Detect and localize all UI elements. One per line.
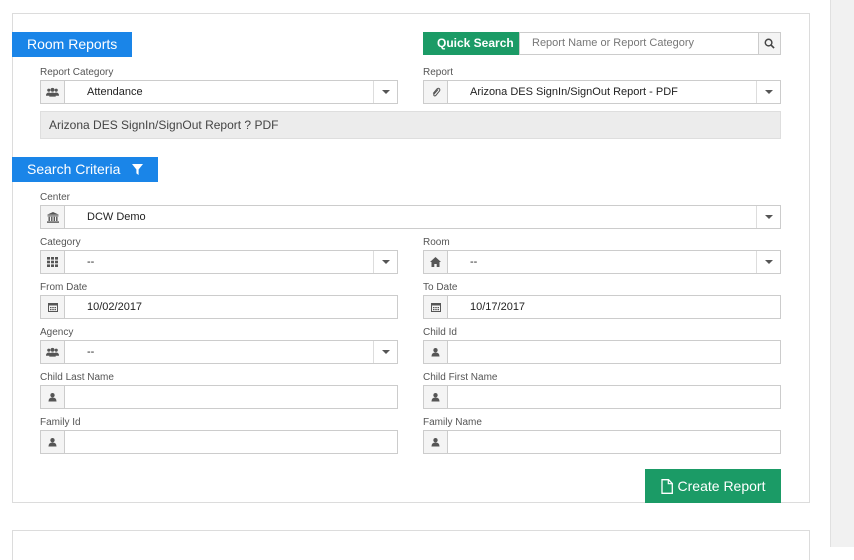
search-criteria-title: Search Criteria: [27, 161, 121, 177]
to-date-value: 10/17/2017: [470, 301, 526, 313]
chevron-down-icon: [764, 215, 773, 219]
agency-select[interactable]: --: [40, 340, 398, 364]
paperclip-icon: [432, 87, 440, 96]
report-category-select[interactable]: Attendance: [40, 80, 398, 104]
report-category-value: Attendance: [87, 86, 143, 98]
user-icon: [48, 437, 57, 447]
family-name-input[interactable]: [423, 430, 781, 454]
user-icon: [431, 437, 440, 447]
report-label: Report: [423, 67, 454, 78]
family-name-value: [448, 431, 780, 453]
filter-icon: [132, 163, 144, 175]
page-scrollbar[interactable]: [830, 0, 854, 547]
chevron-down-icon: [764, 90, 773, 94]
create-report-label: Create Report: [677, 478, 766, 494]
quick-search-input[interactable]: Report Name or Report Category: [519, 32, 758, 55]
calendar-icon: [431, 302, 441, 312]
child-id-input[interactable]: [423, 340, 781, 364]
center-value: DCW Demo: [87, 211, 146, 223]
child-id-value: [448, 341, 780, 363]
search-icon: [764, 38, 775, 49]
to-date-label: To Date: [423, 282, 458, 293]
child-id-label: Child Id: [423, 327, 457, 338]
report-value: Arizona DES SignIn/SignOut Report - PDF: [470, 86, 678, 98]
category-value: --: [87, 256, 95, 268]
calendar-icon: [48, 302, 58, 312]
report-category-label: Report Category: [40, 67, 114, 78]
home-icon: [430, 257, 441, 267]
chevron-down-icon: [764, 260, 773, 264]
user-icon: [431, 392, 440, 402]
from-date-label: From Date: [40, 282, 88, 293]
child-last-name-label: Child Last Name: [40, 372, 114, 383]
user-icon: [431, 347, 440, 357]
user-icon: [48, 392, 57, 402]
room-value: --: [470, 256, 478, 268]
results-panel: [12, 530, 810, 560]
family-id-input[interactable]: [40, 430, 398, 454]
users-icon: [46, 347, 59, 357]
agency-value: --: [87, 346, 95, 358]
chevron-down-icon: [381, 350, 390, 354]
family-id-value: [65, 431, 397, 453]
to-date-input[interactable]: 10/17/2017: [423, 295, 781, 319]
report-select[interactable]: Arizona DES SignIn/SignOut Report - PDF: [423, 80, 781, 104]
family-name-label: Family Name: [423, 417, 482, 428]
quick-search-button[interactable]: [758, 32, 781, 55]
file-icon: [660, 478, 673, 494]
room-select[interactable]: --: [423, 250, 781, 274]
users-icon: [46, 87, 59, 97]
quick-search-label: Quick Search: [423, 32, 519, 55]
bank-icon: [46, 211, 59, 223]
family-id-label: Family Id: [40, 417, 81, 428]
child-last-name-input[interactable]: [40, 385, 398, 409]
room-reports-title: Room Reports: [27, 36, 118, 52]
category-label: Category: [40, 237, 81, 248]
category-select[interactable]: --: [40, 250, 398, 274]
child-first-name-label: Child First Name: [423, 372, 498, 383]
room-label: Room: [423, 237, 450, 248]
agency-label: Agency: [40, 327, 74, 338]
search-criteria-header: Search Criteria: [12, 157, 159, 182]
room-reports-header: Room Reports: [12, 32, 133, 57]
child-last-name-value: [65, 386, 397, 408]
from-date-value: 10/02/2017: [87, 301, 143, 313]
from-date-input[interactable]: 10/02/2017: [40, 295, 398, 319]
grid-icon: [47, 257, 58, 267]
center-select[interactable]: DCW Demo: [40, 205, 781, 229]
chevron-down-icon: [381, 260, 390, 264]
child-first-name-input[interactable]: [423, 385, 781, 409]
report-description: Arizona DES SignIn/SignOut Report ? PDF: [40, 111, 781, 139]
create-report-button[interactable]: Create Report: [645, 469, 781, 503]
child-first-name-value: [448, 386, 780, 408]
quick-search: Quick Search Report Name or Report Categ…: [423, 32, 781, 55]
center-label: Center: [40, 192, 71, 203]
chevron-down-icon: [381, 90, 390, 94]
